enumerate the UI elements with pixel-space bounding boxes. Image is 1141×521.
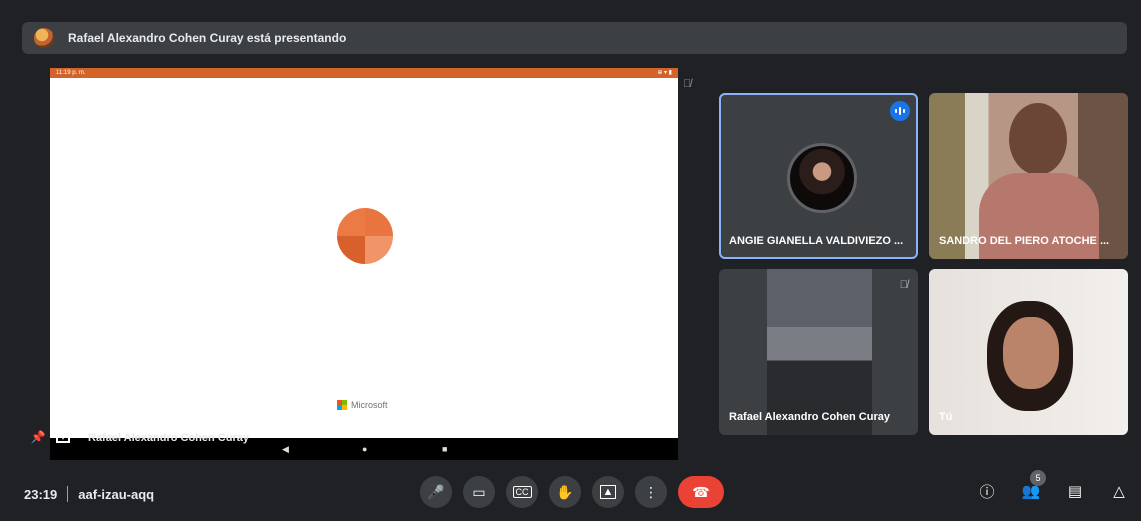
people-button[interactable]: 👥 5	[1020, 470, 1046, 502]
participant-tile-you[interactable]: Tú	[929, 269, 1128, 435]
captions-button[interactable]: CC	[506, 476, 538, 508]
raise-hand-icon: ✋	[556, 483, 574, 500]
phone-status-bar: 11:19 p. m. ⊕ ▾ ▮	[50, 68, 678, 78]
divider	[67, 486, 69, 502]
present-button[interactable]: ▲	[592, 476, 624, 508]
more-options-button[interactable]: ⋮	[635, 476, 667, 508]
camera-button[interactable]: ▭	[463, 476, 495, 508]
phone-status-time: 11:19 p. m.	[56, 70, 86, 76]
captions-icon: CC	[512, 486, 532, 498]
back-icon: ◀	[282, 444, 289, 454]
shared-screen[interactable]: 11:19 p. m. ⊕ ▾ ▮ Microsoft ◀ ● ■	[50, 68, 678, 460]
info-icon: ⓘ	[979, 483, 995, 501]
recents-icon: ■	[442, 444, 448, 454]
presenter-avatar	[34, 28, 54, 48]
call-controls: 🎤 ▭ CC ✋ ▲ ⋮ ☎	[420, 476, 724, 508]
chat-icon: ▤	[1067, 483, 1083, 500]
camera-icon: ▭	[472, 483, 486, 500]
presentation-tools: 📌 ▾	[30, 430, 70, 444]
mic-button[interactable]: 🎤	[420, 476, 452, 508]
raise-hand-button[interactable]: ✋	[549, 476, 581, 508]
pin-icon[interactable]: 📌	[30, 430, 46, 444]
speaking-indicator-icon	[890, 101, 910, 121]
phone-status-icons: ⊕ ▾ ▮	[657, 70, 672, 76]
activities-button[interactable]: △	[1108, 480, 1130, 502]
presenting-text: Rafael Alexandro Cohen Curay está presen…	[68, 31, 347, 45]
mic-off-icon: 🎙̸	[683, 78, 692, 90]
avatar	[787, 143, 857, 213]
participant-tile-angie[interactable]: ANGIE GIANELLA VALDIVIEZO ...	[719, 93, 918, 259]
participant-tile-sandro[interactable]: SANDRO DEL PIERO ATOCHE ...	[929, 93, 1128, 259]
info-button[interactable]: ⓘ	[976, 480, 998, 502]
home-icon: ●	[362, 444, 368, 454]
participant-name: ANGIE GIANELLA VALDIVIEZO ...	[729, 235, 904, 247]
mic-off-icon: 🎙̸	[899, 279, 908, 291]
participant-name: Tú	[939, 411, 953, 423]
loading-spinner	[337, 208, 393, 264]
participant-name: Rafael Alexandro Cohen Curay	[729, 411, 890, 423]
present-icon: ▲	[599, 485, 617, 499]
presenter-label: Rafael Alexandro Cohen Curay	[88, 432, 249, 444]
chat-button[interactable]: ▤	[1064, 480, 1086, 502]
fullscreen-icon[interactable]: ▾	[56, 431, 70, 443]
end-call-icon: ☎	[692, 483, 710, 500]
meeting-time: 23:19	[24, 486, 58, 502]
face-shape	[1003, 317, 1059, 389]
participant-name: SANDRO DEL PIERO ATOCHE ...	[939, 235, 1110, 247]
participant-tile-rafael[interactable]: 🎙̸ Rafael Alexandro Cohen Curay	[719, 269, 918, 435]
face-shape	[1009, 103, 1067, 175]
more-options-icon: ⋮	[644, 483, 658, 500]
side-panel-buttons: ⓘ 👥 5 ▤ △	[976, 470, 1130, 502]
mic-icon: 🎤	[427, 483, 445, 500]
meeting-info: 23:19 aaf-izau-aqq	[24, 486, 154, 502]
end-call-button[interactable]: ☎	[678, 476, 724, 508]
activities-icon: △	[1113, 483, 1125, 500]
microsoft-logo-text: Microsoft	[351, 400, 388, 410]
participants-count-badge: 5	[1030, 470, 1046, 486]
microsoft-logo: Microsoft	[337, 400, 388, 410]
meeting-code: aaf-izau-aqq	[78, 486, 155, 502]
microsoft-logo-icon	[337, 400, 347, 410]
presenting-banner: Rafael Alexandro Cohen Curay está presen…	[22, 22, 1127, 54]
